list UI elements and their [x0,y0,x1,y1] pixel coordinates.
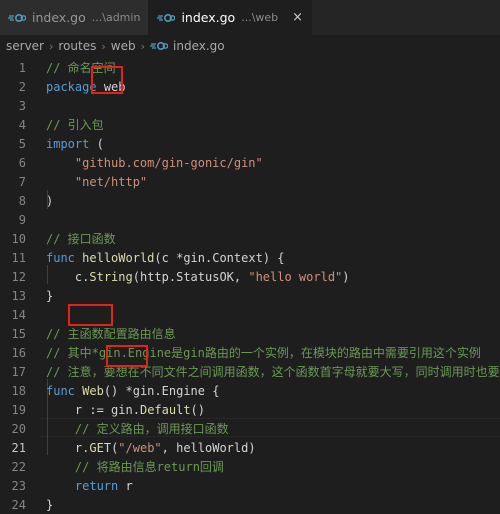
line-number: 12 [11,269,26,284]
line-number: 15 [11,326,26,341]
line-number: 14 [11,307,26,322]
line-number: 7 [18,174,26,189]
highlight-box-web-func [68,304,113,326]
code-text: "github.com/gin-gonic/gin" [74,155,263,170]
line-number: 20 [11,421,26,436]
code-text: ) [46,193,54,208]
code-line[interactable]: 17// 注意，要想在不同文件之间调用函数，这个函数首字母就要大写，同时调用时也… [0,362,500,381]
line-number: 18 [11,383,26,398]
code-editor[interactable]: 1// 命名空间 2 package web 3 4 // 引入包 5 import ( 6 "… [0,57,500,512]
tab-description: ...\admin [91,11,141,24]
code-line[interactable]: 3 [0,96,500,115]
line-number: 11 [11,250,26,265]
tab-bar: index.go ...\admin index.go ...\web × [0,0,500,35]
code-line[interactable]: 18 func Web() *gin.Engine { [0,381,500,400]
code-text: // 主函数配置路由信息 [46,327,176,341]
code-text: r.GET("/web", helloWorld) [74,440,256,455]
code-line[interactable]: 13} [0,286,500,305]
code-line[interactable]: 2 package web [0,77,500,96]
code-line[interactable]: 1// 命名空间 [0,58,500,77]
highlight-box-web-route [106,345,148,367]
tab-index-go-web[interactable]: index.go ...\web × [149,0,313,35]
line-number: 16 [11,345,26,360]
line-number: 24 [11,497,26,512]
code-line[interactable]: 11 func helloWorld(c *gin.Context) { [0,248,500,267]
line-number: 17 [11,364,26,379]
code-line[interactable]: 9 [0,210,500,229]
breadcrumb-item-server[interactable]: server [6,39,44,53]
tab-index-go-admin[interactable]: index.go ...\admin [0,0,150,35]
go-file-icon [150,41,169,51]
code-text: // 将路由信息return回调 [74,460,224,474]
line-number: 4 [18,117,26,132]
tab-label: index.go [32,10,86,25]
code-line[interactable]: 4 // 引入包 [0,115,500,134]
code-text: } [46,288,54,303]
line-number: 22 [11,459,26,474]
line-number: 13 [11,288,26,303]
go-file-icon [157,13,176,22]
go-file-icon [8,13,26,22]
code-line[interactable]: 7 "net/http" [0,172,500,191]
code-text: import ( [46,136,104,151]
line-number: 3 [18,98,26,113]
breadcrumb-item-file[interactable]: index.go [173,39,225,53]
code-text: } [46,497,54,512]
code-line[interactable]: 6 "github.com/gin-gonic/gin" [0,153,500,172]
code-line[interactable]: 5 import ( [0,134,500,153]
code-text: "net/http" [74,174,148,189]
breadcrumb: server › routes › web › index.go [0,35,500,57]
code-line[interactable]: 21 r.GET("/web", helloWorld) [0,438,500,457]
code-text: // 定义路由，调用接口函数 [74,422,229,436]
chevron-right-icon: › [140,39,146,53]
code-line[interactable]: 16// 其中*gin.Engine是gin路由的一个实例，在模块的路由中需要引… [0,343,500,362]
line-number: 19 [11,402,26,417]
code-line[interactable]: 23 return r [0,476,500,495]
chevron-right-icon: › [49,39,54,53]
code-text: return r [74,478,133,493]
line-number: 6 [18,155,26,170]
code-line[interactable]: 10 // 接口函数 [0,229,500,248]
line-number: 1 [18,60,26,75]
code-text: // 接口函数 [46,232,116,246]
tab-label: index.go [181,10,236,25]
code-text: r := gin.Default() [74,402,205,417]
breadcrumb-item-routes[interactable]: routes [58,39,96,53]
close-icon[interactable]: × [292,10,303,25]
line-number: 2 [18,79,26,94]
line-number: 10 [11,231,26,246]
line-number: 9 [18,212,26,227]
code-text: func Web() *gin.Engine { [46,383,220,398]
highlight-box-package-web [91,66,123,94]
code-line[interactable]: 20 // 定义路由，调用接口函数 [0,419,500,438]
code-line[interactable]: 19 r := gin.Default() [0,400,500,419]
code-line[interactable]: 22 // 将路由信息return回调 [0,457,500,476]
chevron-right-icon: › [101,39,106,53]
line-number: 5 [18,136,26,151]
code-line[interactable]: 8) [0,191,500,210]
tab-description: ...\web [241,11,279,24]
code-text: func helloWorld(c *gin.Context) { [46,250,285,265]
code-line[interactable]: 15 // 主函数配置路由信息 [0,324,500,343]
code-text: // 引入包 [46,118,104,132]
line-number: 8 [18,193,26,208]
code-line[interactable]: 12 c.String(http.StatusOK, "hello world"… [0,267,500,286]
line-number: 23 [11,478,26,493]
line-number: 21 [11,440,26,455]
code-text: c.String(http.StatusOK, "hello world") [74,269,350,284]
breadcrumb-item-web[interactable]: web [111,39,136,53]
code-line[interactable]: 24} [0,495,500,514]
